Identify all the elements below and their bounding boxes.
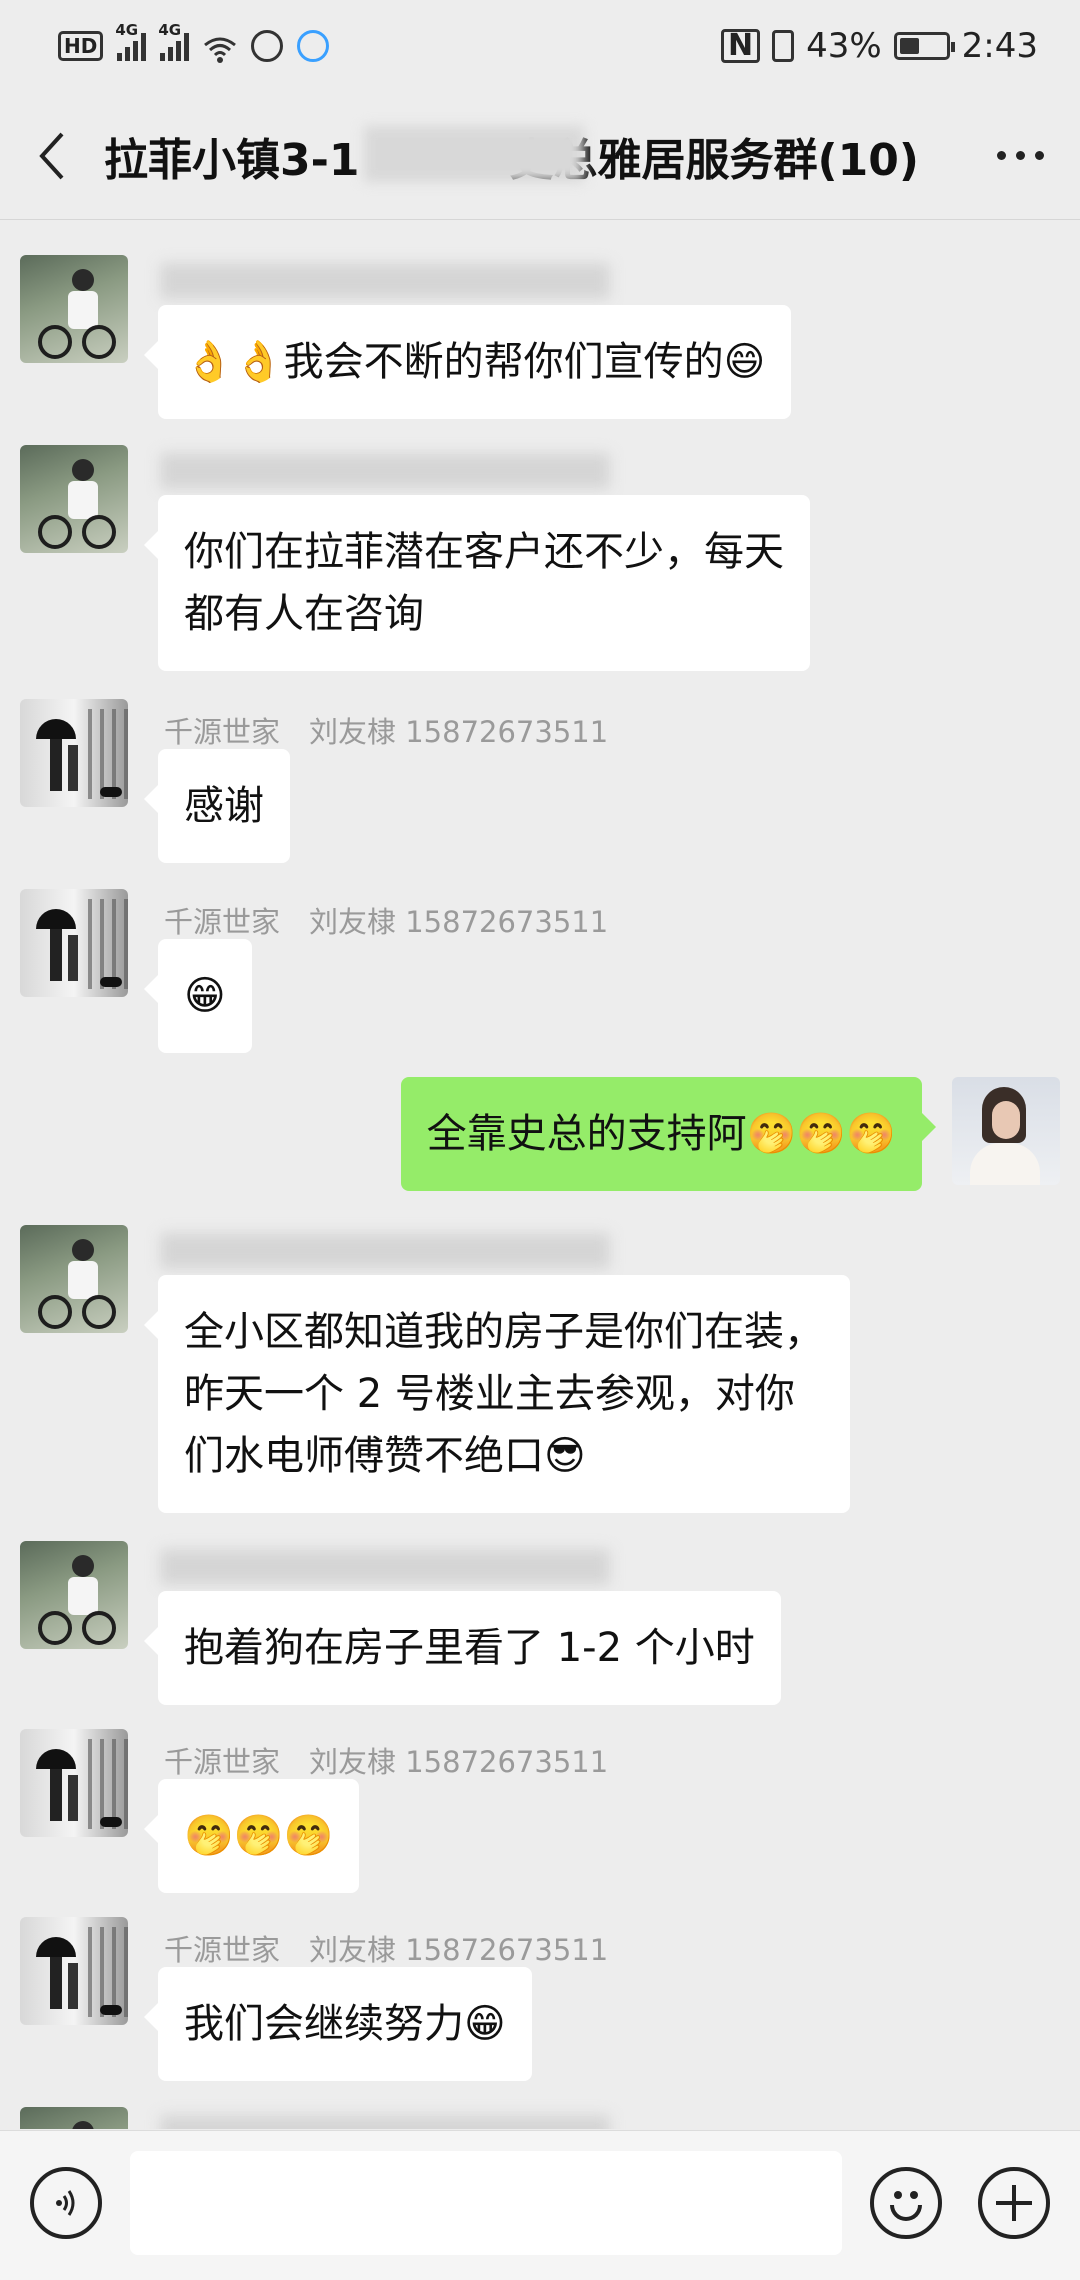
message-bubble[interactable]: 全小区都知道我的房子是你们在装， 昨天一个 2 号楼业主去参观，对你 们水电师傅…: [144, 1275, 850, 1513]
more-button[interactable]: [960, 92, 1080, 220]
chat-header: 拉菲小镇3-1 史总雅居服务群(10): [0, 92, 1080, 220]
voice-button[interactable]: [30, 2167, 102, 2239]
data-saver-icon: [251, 30, 284, 62]
title-blur: [364, 125, 584, 182]
message-bubble[interactable]: 感谢: [144, 749, 290, 863]
message-bubble[interactable]: 👌👌我会不断的帮你们宣传的😄: [143, 305, 792, 419]
message-line: 你们在拉菲潜在客户还不少，每天: [184, 529, 784, 575]
avatar[interactable]: [20, 1541, 128, 1649]
chat-title-part1: 拉菲小镇3-1: [104, 134, 360, 186]
avatar[interactable]: [20, 699, 128, 807]
sender-name: 千源世家 刘友棣 15872673511: [164, 1745, 609, 1779]
avatar[interactable]: [20, 2107, 128, 2129]
chat-title: 拉菲小镇3-1 史总雅居服务群(10): [104, 124, 960, 188]
status-right: N 43% 2:43: [720, 26, 1038, 66]
battery-icon: [893, 32, 955, 60]
vibrate-icon: [772, 30, 795, 62]
message-text: 我们会继续努力😁: [184, 2001, 506, 2047]
emoji-icon: [894, 2191, 902, 2199]
message-line: 都有人在咨询: [184, 591, 424, 637]
avatar[interactable]: [20, 1729, 128, 1837]
clock: 2:43: [961, 26, 1038, 66]
avatar[interactable]: [20, 255, 128, 363]
message-line: 全小区都知道我的房子是你们在装，: [184, 1309, 824, 1355]
emoji-eye: [910, 2191, 918, 2199]
sender-name-blurred: [160, 263, 610, 299]
sender-name-blurred: [160, 2115, 610, 2129]
my-message-bubble[interactable]: 全靠史总的支持阿🤭🤭🤭: [400, 1077, 937, 1191]
message-bubble[interactable]: 你们在拉菲潜在客户还不少，每天 都有人在咨询: [144, 495, 810, 671]
sender-name: 千源世家 刘友棣 15872673511: [164, 1933, 609, 1967]
message-text: 🤭🤭🤭: [184, 1813, 334, 1859]
sender-name-blurred: [160, 453, 610, 489]
hd-indicator: HD: [58, 31, 104, 61]
sender-name: 千源世家 刘友棣 15872673511: [164, 715, 609, 749]
emoji-mouth: [890, 2205, 922, 2221]
message-text: 全靠史总的支持阿🤭🤭🤭: [426, 1111, 896, 1157]
my-avatar[interactable]: [952, 1077, 1060, 1185]
input-bar: [0, 2130, 1080, 2280]
avatar[interactable]: [20, 889, 128, 997]
signal-icon: 4G: [115, 21, 147, 61]
chat-messages[interactable]: 👌👌我会不断的帮你们宣传的😄 你们在拉菲潜在客户还不少，每天 都有人在咨询 千源…: [0, 221, 1080, 2129]
message-bubble[interactable]: 🤭🤭🤭: [143, 1779, 360, 1893]
status-left: HD 4G 4G: [58, 21, 330, 63]
plus-button[interactable]: [978, 2167, 1050, 2239]
chevron-left-icon: [39, 132, 64, 179]
message-bubble[interactable]: 😁: [144, 939, 252, 1053]
message-text: 👌👌我会不断的帮你们宣传的😄: [184, 339, 766, 385]
avatar[interactable]: [20, 445, 128, 553]
sender-name-blurred: [160, 1549, 610, 1585]
network-type-2: 4G: [158, 21, 182, 39]
more-dot: [1034, 151, 1044, 160]
app-notification-icon: [297, 30, 330, 62]
nfc-icon: N: [720, 29, 761, 63]
network-type: 4G: [115, 21, 139, 39]
message-text: 😁: [184, 973, 226, 1019]
status-bar: HD 4G 4G N 43% 2:43: [0, 0, 1080, 92]
back-button[interactable]: [0, 92, 104, 220]
message-bubble[interactable]: 抱着狗在房子里看了 1-2 个小时: [144, 1591, 781, 1705]
emoji-button[interactable]: [870, 2167, 942, 2239]
battery-fill: [899, 38, 919, 54]
message-line: 昨天一个 2 号楼业主去参观，对你: [184, 1371, 795, 1417]
avatar[interactable]: [20, 1225, 128, 1333]
sender-name: 千源世家 刘友棣 15872673511: [164, 905, 609, 939]
avatar[interactable]: [20, 1917, 128, 2025]
message-text: 抱着狗在房子里看了 1-2 个小时: [184, 1625, 755, 1671]
more-dots-icon: [996, 151, 1006, 160]
signal-icon-2: 4G: [158, 21, 190, 61]
sender-name-blurred: [160, 1233, 610, 1269]
voice-icon: [56, 2190, 75, 2216]
battery-percent: 43%: [806, 26, 882, 66]
wifi-icon: [203, 32, 237, 63]
message-text: 感谢: [184, 783, 264, 829]
message-input[interactable]: [130, 2151, 842, 2255]
message-bubble[interactable]: 我们会继续努力😁: [144, 1967, 532, 2081]
message-line: 们水电师傅赞不绝口😎: [184, 1433, 586, 1479]
more-dot: [1015, 151, 1025, 160]
